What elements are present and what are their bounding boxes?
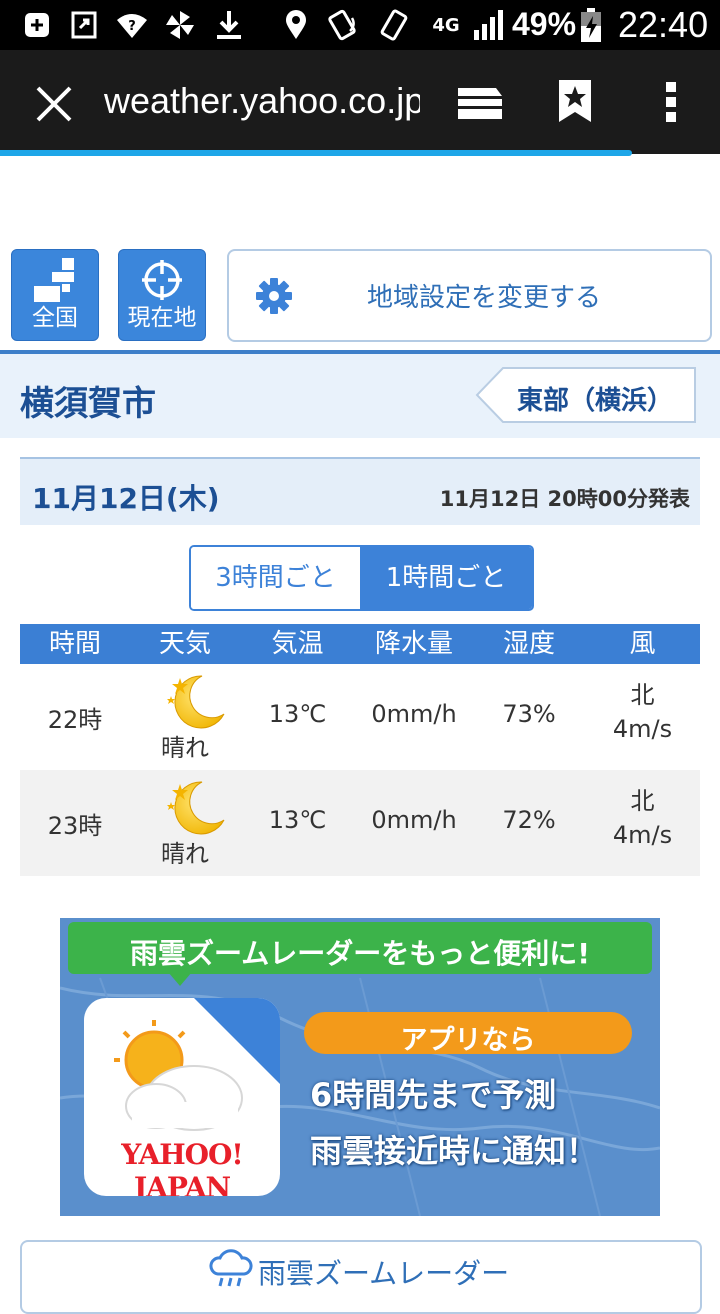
page-load-progress [0, 150, 632, 156]
nationwide-label: 全国 [32, 305, 78, 331]
header-weather: 天気 [158, 629, 211, 659]
toggle-hourly[interactable]: 1時間ごと [360, 547, 532, 609]
screen-share-icon [68, 8, 102, 42]
change-region-label: 地域設定を変更する [367, 283, 602, 313]
city-header: 横須賀市 東部（横浜） [0, 350, 720, 438]
interval-toggle: 3時間ごと 1時間ごと [189, 545, 534, 611]
promo-line-2: 雨雲接近時に通知！ [310, 1132, 599, 1170]
table-row: 22時 晴れ 13℃ 0mm/h 73% 北 4m/s [20, 664, 700, 770]
browser-toolbar: weather.yahoo.co.jp [0, 50, 720, 154]
header-temp: 気温 [271, 629, 324, 659]
wind-direction: 北 [630, 681, 655, 709]
row-weather: 晴れ [130, 770, 240, 876]
status-bar: ? 4G 49% 22:40 [0, 0, 720, 50]
download-icon [212, 8, 246, 42]
nfc-icon [326, 8, 362, 42]
wind-direction: 北 [630, 787, 655, 815]
forecast-date: 11月12日(木) [32, 482, 220, 515]
app-icon: リニューアル YAHOO! JAPAN [84, 998, 280, 1196]
row-wind: 北 4m/s [585, 784, 700, 852]
promo-line-1: 6時間先まで予測 [310, 1076, 557, 1114]
promo-header: 雨雲ズームレーダーをもっと便利に! [68, 922, 652, 974]
promo-pill: アプリなら [304, 1012, 632, 1056]
more-menu-icon[interactable] [664, 80, 678, 128]
bookmark-icon[interactable] [557, 78, 593, 128]
location-pin-icon [282, 8, 310, 42]
current-location-label: 現在地 [127, 305, 197, 331]
battery-charging-icon [578, 8, 604, 42]
row-time: 22時 [47, 706, 103, 734]
callout-pointer [168, 972, 192, 986]
weather-label: 晴れ [161, 734, 209, 762]
pinwheel-icon [162, 8, 198, 42]
promo-pill-text: アプリなら [400, 1025, 536, 1056]
weather-label: 晴れ [161, 840, 209, 868]
row-temp: 13℃ [268, 806, 327, 834]
row-rain: 0mm/h [371, 700, 457, 728]
city-name: 横須賀市 [20, 384, 156, 424]
table-header: 時間 天気 気温 降水量 湿度 風 [20, 624, 700, 664]
clock: 22:40 [618, 4, 709, 45]
rain-cloud-icon [208, 1248, 254, 1292]
url-bar[interactable]: weather.yahoo.co.jp [104, 80, 420, 122]
header-wind: 風 [629, 629, 656, 659]
wind-speed: 4m/s [612, 821, 673, 849]
row-weather: 晴れ [130, 664, 240, 770]
header-humidity: 湿度 [502, 629, 555, 659]
row-rain: 0mm/h [371, 806, 457, 834]
issued-time: 11月12日 20時00分発表 [439, 487, 690, 511]
header-time: 時間 [48, 629, 101, 659]
close-tab-icon[interactable] [34, 84, 74, 128]
wind-speed: 4m/s [612, 715, 673, 743]
wifi-question-icon: ? [114, 8, 150, 42]
app-promo-banner[interactable]: 雨雲ズームレーダーをもっと便利に! リニューアル YAHOO! JAPAN アプ… [60, 918, 660, 1216]
promo-header-text: 雨雲ズームレーダーをもっと便利に! [130, 937, 590, 970]
row-wind: 北 4m/s [585, 678, 700, 746]
row-time: 23時 [47, 812, 103, 840]
table-row: 23時 晴れ 13℃ 0mm/h 72% 北 4m/s [20, 770, 700, 876]
signal-icon [470, 8, 508, 42]
area-selector[interactable]: 東部（横浜） [475, 367, 697, 423]
header-rain: 降水量 [374, 629, 453, 659]
nationwide-button[interactable]: 全国 [11, 249, 99, 341]
rain-radar-button[interactable]: 雨雲ズームレーダー [20, 1240, 702, 1314]
area-label: 東部（横浜） [517, 386, 674, 416]
network-type-icon: 4G [426, 8, 466, 42]
toggle-3-hourly[interactable]: 3時間ごと [191, 547, 360, 609]
forecast-date-bar: 11月12日(木) 11月12日 20時00分発表 [20, 457, 700, 525]
row-temp: 13℃ [268, 700, 327, 728]
battery-percent: 49% [512, 6, 577, 42]
gear-icon [255, 277, 293, 319]
rain-radar-label: 雨雲ズームレーダー [258, 1257, 510, 1290]
row-humidity: 73% [502, 700, 556, 728]
row-humidity: 72% [502, 806, 556, 834]
change-region-button[interactable]: 地域設定を変更する [227, 249, 712, 342]
current-location-button[interactable]: 現在地 [118, 249, 206, 341]
network-type-label: 4G [432, 14, 460, 36]
svg-text:?: ? [128, 19, 136, 34]
add-notification-icon [22, 8, 52, 42]
reader-mode-icon[interactable] [456, 86, 504, 126]
vibrate-icon [376, 8, 412, 42]
yahoo-logo: YAHOO! JAPAN [121, 1138, 243, 1196]
